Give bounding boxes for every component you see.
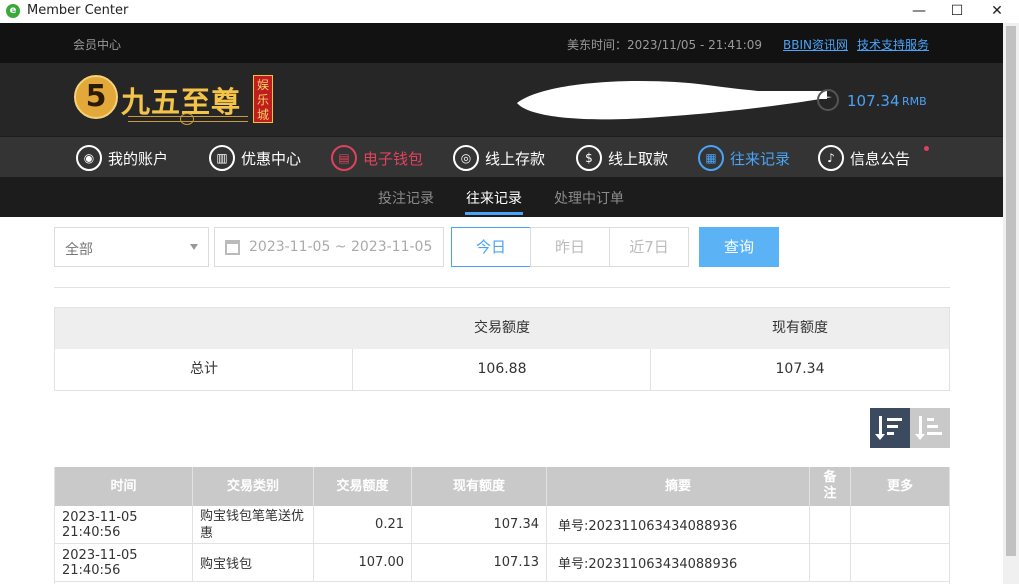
- select-value: 全部: [65, 242, 93, 258]
- summary-header-balance: 现有额度: [772, 320, 828, 336]
- records-table: 时间 交易类别 交易额度 现有额度 摘要 备注 更多 2023-11-05 21…: [54, 467, 950, 584]
- col-header-note: 备注: [810, 467, 851, 506]
- minimize-button[interactable]: —: [904, 0, 934, 23]
- main-nav: ◉ 我的账户 ▥ 优惠中心 ▤ 电子钱包 ◎ 线上存款 $ 线上取款 ▦ 往来记…: [0, 136, 1003, 178]
- nav-my-account[interactable]: ◉ 我的账户: [76, 143, 168, 173]
- table-row-2-summary: 单号:202311063434088936: [547, 544, 810, 582]
- col-header-time: 时间: [55, 467, 193, 506]
- summary-divider: [650, 349, 651, 390]
- eastern-time-label: 美东时间：2023/11/05 - 21:41:09: [567, 38, 763, 52]
- nav-label: 信息公告: [850, 149, 911, 168]
- table-row-2-note: [810, 544, 851, 582]
- section-divider: [54, 287, 950, 288]
- table-row-1-amount: 0.21: [314, 506, 412, 544]
- table-row-2-balance: 107.13: [412, 544, 547, 582]
- bell-icon: ♪: [818, 145, 844, 171]
- nav-label: 我的账户: [108, 149, 169, 168]
- withdraw-icon: $: [576, 145, 602, 171]
- records-icon: ▦: [698, 145, 724, 171]
- table-row-1-type: 购宝钱包笔笔送优惠: [193, 506, 314, 544]
- nav-announcements[interactable]: ♪ 信息公告: [818, 143, 910, 173]
- maximize-button[interactable]: ☐: [942, 0, 972, 23]
- user-icon: ◉: [76, 145, 102, 171]
- nav-label: 往来记录: [730, 149, 791, 168]
- summary-divider: [352, 349, 353, 390]
- yesterday-button[interactable]: 昨日: [530, 227, 610, 267]
- logo-emblem-icon: 5: [74, 75, 118, 119]
- subnav-active-indicator: [465, 212, 523, 215]
- window-title: Member Center: [27, 3, 129, 18]
- sort-descending-button[interactable]: [870, 408, 910, 448]
- subnav-pending-orders[interactable]: 处理中订单: [554, 188, 624, 208]
- nav-label: 优惠中心: [241, 149, 302, 168]
- sort-ascending-icon: [915, 416, 944, 440]
- close-button[interactable]: ✕: [982, 0, 1012, 23]
- gift-icon: ▥: [209, 145, 235, 171]
- window-titlebar: e Member Center — ☐ ✕: [0, 0, 1019, 23]
- logo-ornament-center: [180, 113, 194, 125]
- summary-table: 交易额度 现有额度 总计 106.88 107.34: [54, 307, 950, 391]
- nav-e-wallet[interactable]: ▤ 电子钱包: [331, 143, 423, 173]
- col-header-more: 更多: [851, 467, 949, 506]
- table-row-1-balance: 107.34: [412, 506, 547, 544]
- nav-label: 线上取款: [608, 149, 669, 168]
- nav-label: 电子钱包: [363, 149, 424, 168]
- balance-currency: RMB: [902, 95, 927, 108]
- scrollbar-thumb[interactable]: [1006, 26, 1016, 556]
- query-button[interactable]: 查询: [699, 227, 779, 267]
- table-row-1-more[interactable]: [851, 506, 949, 544]
- date-range-input[interactable]: 2023-11-05 ~ 2023-11-05: [214, 227, 444, 267]
- table-row-2-amount: 107.00: [314, 544, 412, 582]
- sort-descending-icon: [875, 416, 904, 440]
- col-header-summary: 摘要: [547, 467, 810, 506]
- nav-promotions[interactable]: ▥ 优惠中心: [209, 143, 301, 173]
- balance-coin-icon: [817, 89, 839, 111]
- table-row-1-note: [810, 506, 851, 544]
- nav-transaction-records[interactable]: ▦ 往来记录: [698, 143, 790, 173]
- wallet-icon: ▤: [331, 145, 357, 171]
- deposit-icon: ◎: [453, 145, 479, 171]
- sort-ascending-button[interactable]: [910, 408, 950, 448]
- col-header-type: 交易类别: [193, 467, 314, 506]
- nav-online-deposit[interactable]: ◎ 线上存款: [453, 143, 545, 173]
- balance-amount: 107.34: [847, 92, 900, 110]
- table-row-1-time: 2023-11-05 21:40:56: [55, 506, 193, 544]
- summary-balance-total: 107.34: [775, 361, 825, 377]
- nav-label: 线上存款: [485, 149, 546, 168]
- table-row-2-type: 购宝钱包: [193, 544, 314, 582]
- summary-header-trade: 交易额度: [474, 320, 530, 336]
- member-center-label: 会员中心: [73, 38, 122, 52]
- top-info-bar: 会员中心 美东时间：2023/11/05 - 21:41:09 BBIN资讯网 …: [0, 23, 1003, 63]
- date-range-value: 2023-11-05 ~ 2023-11-05: [249, 239, 433, 255]
- transaction-type-select[interactable]: 全部: [54, 227, 209, 267]
- table-row-1-summary: 单号:202311063434088936: [547, 506, 810, 544]
- table-row-2-time: 2023-11-05 21:40:56: [55, 544, 193, 582]
- nav-online-withdraw[interactable]: $ 线上取款: [576, 143, 668, 173]
- table-row-2-more[interactable]: [851, 544, 949, 582]
- tech-support-link[interactable]: 技术支持服务: [857, 36, 929, 53]
- bbin-news-link[interactable]: BBIN资讯网: [783, 36, 848, 53]
- app-logo-icon: e: [6, 4, 20, 18]
- col-header-balance: 现有额度: [412, 467, 547, 506]
- notification-dot: [924, 146, 929, 151]
- last-7-days-button[interactable]: 近7日: [609, 227, 689, 267]
- summary-trade-total: 106.88: [477, 361, 527, 377]
- logo-badge: 娱乐城: [253, 75, 273, 123]
- subnav-transaction-records[interactable]: 往来记录: [466, 188, 522, 208]
- subnav-bet-records[interactable]: 投注记录: [378, 188, 434, 208]
- today-button[interactable]: 今日: [451, 227, 531, 267]
- redaction-scribble: [517, 80, 832, 120]
- calendar-icon: [225, 240, 240, 255]
- chevron-down-icon: [190, 244, 198, 250]
- col-header-amount: 交易额度: [314, 467, 412, 506]
- summary-total-label: 总计: [190, 361, 218, 377]
